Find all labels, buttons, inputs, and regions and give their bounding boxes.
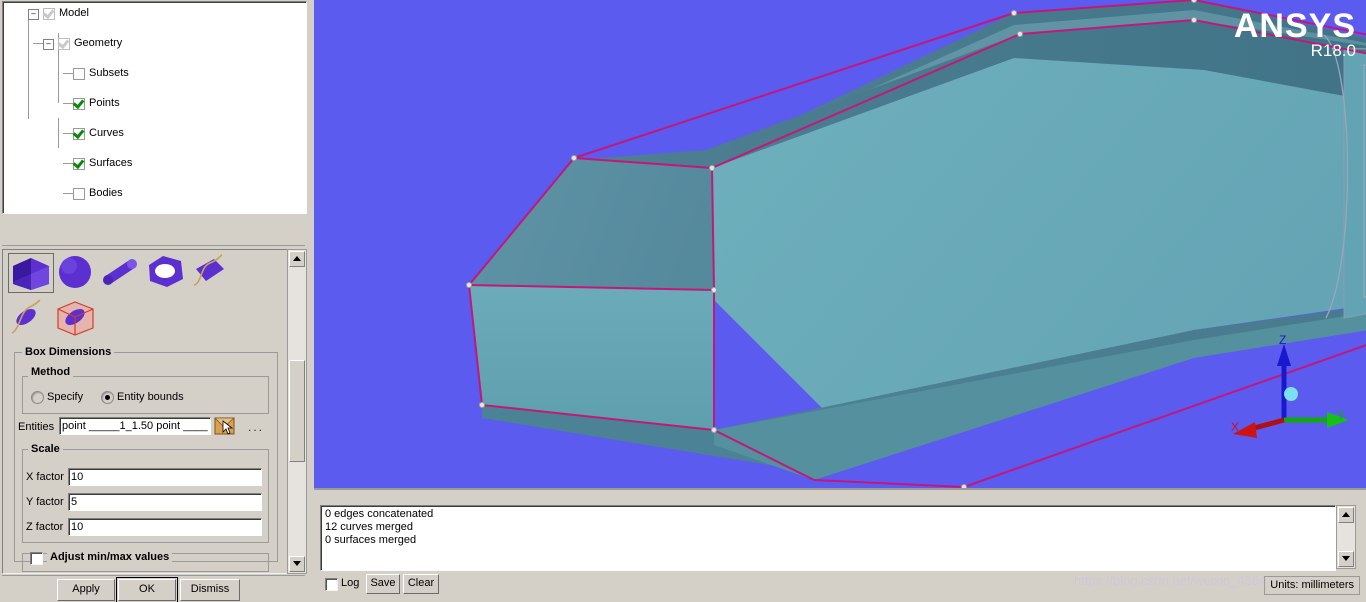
- save-button[interactable]: Save: [366, 574, 400, 594]
- axis-label-x: X: [1231, 420, 1240, 434]
- visibility-checkbox[interactable]: [73, 188, 85, 200]
- tree-item-label: Subsets: [89, 67, 129, 79]
- message-line: 12 curves merged: [325, 521, 414, 533]
- entities-label: Entities: [18, 421, 55, 433]
- panel-divider: [2, 245, 305, 246]
- entities-more-button[interactable]: ...: [248, 420, 264, 434]
- model-tree-panel[interactable]: – Model – Geometry Subsets Points Curves…: [2, 1, 307, 214]
- visibility-checkbox[interactable]: [73, 68, 85, 80]
- standard-shapes-box-icon[interactable]: [8, 253, 54, 293]
- simple-surface-from-box-icon[interactable]: [53, 299, 97, 337]
- scroll-down-arrow-icon[interactable]: [289, 556, 305, 572]
- icem-cfd-window: – Model – Geometry Subsets Points Curves…: [0, 0, 1366, 602]
- radio-entity-bounds-label: Entity bounds: [117, 391, 184, 403]
- tree-item-label: Curves: [89, 127, 124, 139]
- left-control-column: – Model – Geometry Subsets Points Curves…: [0, 0, 310, 602]
- visibility-checkbox[interactable]: [73, 128, 85, 140]
- box-dimensions-legend: Box Dimensions: [22, 346, 115, 358]
- method-legend: Method: [28, 366, 74, 378]
- expander-icon[interactable]: –: [28, 9, 39, 20]
- apply-button[interactable]: Apply: [57, 579, 115, 601]
- scroll-down-arrow-icon[interactable]: [1338, 551, 1354, 567]
- scrollbar-thumb[interactable]: [289, 360, 305, 462]
- tree-item-label: Surfaces: [89, 157, 133, 169]
- standard-shapes-cylinder-icon[interactable]: [98, 253, 142, 291]
- tree-node-bodies[interactable]: Bodies: [7, 186, 306, 201]
- message-log[interactable]: 0 edges concatenated 12 curves merged 0 …: [320, 505, 1336, 571]
- model-tree: – Model – Geometry Subsets Points Curves…: [3, 2, 306, 200]
- graphics-viewport[interactable]: ANSYS R18.0 Z Y X: [314, 0, 1366, 489]
- tree-connector: [63, 73, 73, 74]
- axis-label-y: Y: [1337, 408, 1346, 422]
- z-factor-label: Z factor: [26, 521, 64, 533]
- entities-input[interactable]: point _____1_1.50 point ____: [59, 417, 211, 435]
- ok-button[interactable]: OK: [116, 577, 178, 602]
- coordinate-triad: Z Y X: [1229, 330, 1349, 450]
- clear-button[interactable]: Clear: [403, 574, 439, 594]
- adjust-minmax-checkbox[interactable]: [30, 552, 43, 565]
- units-status: Units: millimeters: [1264, 576, 1360, 595]
- form-scrollbar[interactable]: [287, 249, 307, 574]
- message-area: 0 edges concatenated 12 curves merged 0 …: [314, 490, 1366, 602]
- tree-node-curves[interactable]: Curves: [7, 126, 306, 141]
- z-factor-input[interactable]: 10: [68, 518, 262, 536]
- visibility-checkbox[interactable]: [73, 98, 85, 110]
- radio-specify[interactable]: [31, 391, 44, 404]
- x-factor-input[interactable]: 10: [68, 468, 262, 486]
- tree-node-subsets[interactable]: Subsets: [7, 66, 306, 81]
- visibility-checkbox[interactable]: [43, 8, 55, 20]
- log-checkbox[interactable]: [325, 578, 338, 591]
- tree-item-label: Points: [89, 97, 120, 109]
- scale-legend: Scale: [28, 443, 63, 455]
- select-entities-cursor-icon[interactable]: [214, 415, 236, 437]
- ansys-logo: ANSYS R18.0: [1234, 8, 1356, 60]
- watermark-text: https://blog.csdn.net/weixin_43643655: [1074, 573, 1296, 588]
- tree-connector: [33, 43, 43, 44]
- visibility-checkbox[interactable]: [73, 158, 85, 170]
- panel-button-row: Apply OK Dismiss: [0, 576, 310, 602]
- panel-title-bar: Create/Modify Surface ?: [0, 224, 310, 468]
- curve-driven-surface-icon[interactable]: [188, 253, 232, 291]
- adjust-minmax-label: Adjust min/max values: [47, 551, 173, 563]
- tree-item-label: Bodies: [89, 187, 123, 199]
- y-factor-input[interactable]: 5: [68, 493, 262, 511]
- standard-shapes-sphere-icon[interactable]: [53, 253, 97, 291]
- ansys-brand-text: ANSYS: [1233, 7, 1356, 45]
- log-label: Log: [341, 577, 360, 589]
- expander-icon[interactable]: –: [43, 39, 54, 50]
- message-scrollbar[interactable]: [1336, 505, 1356, 569]
- surface-tool-icons: [8, 253, 280, 343]
- y-factor-label: Y factor: [26, 496, 64, 508]
- axis-label-z: Z: [1279, 333, 1287, 347]
- tree-connector: [63, 193, 73, 194]
- tree-item-label: Geometry: [74, 37, 123, 49]
- geometry-model: [465, 0, 1366, 489]
- radio-entity-bounds[interactable]: [101, 391, 114, 404]
- visibility-checkbox[interactable]: [58, 38, 70, 50]
- dismiss-button[interactable]: Dismiss: [180, 579, 240, 601]
- tree-item-label: Model: [59, 7, 89, 19]
- segment-trim-surface-icon[interactable]: [8, 299, 52, 337]
- message-line: 0 edges concatenated: [325, 508, 434, 520]
- tree-node-surfaces[interactable]: Surfaces: [7, 156, 306, 171]
- tree-node-points[interactable]: Points: [7, 96, 306, 111]
- message-line: 0 surfaces merged: [325, 534, 417, 546]
- tree-node-geometry[interactable]: – Geometry: [7, 36, 306, 51]
- x-factor-label: X factor: [26, 471, 64, 483]
- surface-from-curves-icon[interactable]: [143, 253, 187, 291]
- scroll-up-arrow-icon[interactable]: [289, 251, 305, 267]
- tree-node-model[interactable]: – Model: [7, 6, 306, 21]
- scroll-up-arrow-icon[interactable]: [1338, 507, 1354, 523]
- radio-specify-label: Specify: [47, 391, 84, 403]
